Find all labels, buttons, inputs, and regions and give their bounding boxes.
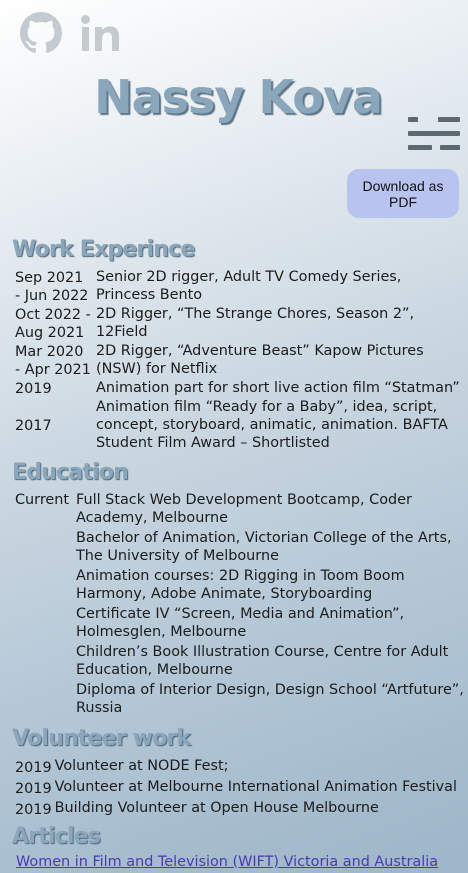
work-text: Senior 2D rigger, Adult TV Comedy Series… <box>96 269 402 303</box>
table-row: Certificate IV “Screen, Media and Animat… <box>12 605 464 643</box>
education-heading: Education <box>12 460 129 485</box>
work-text: 2D Rigger, “The Strange Chores, Season 2… <box>96 306 415 340</box>
table-row: 2019 Volunteer at NODE Fest; <box>12 757 457 778</box>
education-text: Bachelor of Animation, Victorian College… <box>76 530 452 564</box>
education-text: Diploma of Interior Design, Design Schoo… <box>76 682 464 716</box>
page-title: Nassy Kova <box>94 70 383 124</box>
education-text: Certificate IV “Screen, Media and Animat… <box>76 606 405 640</box>
linkedin-link[interactable] <box>80 13 124 53</box>
volunteer-text: Volunteer at NODE Fest; <box>54 758 229 774</box>
education-date <box>12 643 76 681</box>
table-row: Mar 2020 - Apr 2021 2D Rigger, “Adventur… <box>12 342 464 379</box>
volunteer-heading: Volunteer work <box>12 726 191 751</box>
education-date <box>12 567 76 605</box>
work-text: Animation film “Ready for a Baby”, idea,… <box>96 399 448 451</box>
article-link[interactable]: Women in Film and Television (WIFT) Vict… <box>16 854 438 870</box>
table-row: Oct 2022 - Aug 2021 2D Rigger, “The Stra… <box>12 305 464 342</box>
table-row: 2019 Volunteer at Melbourne Internationa… <box>12 778 457 799</box>
github-link[interactable] <box>20 12 62 54</box>
volunteer-text: Volunteer at Melbourne International Ani… <box>54 779 457 795</box>
work-date: 2019 <box>15 380 52 397</box>
volunteer-date: 2019 <box>15 780 52 797</box>
education-text: Full Stack Web Development Bootcamp, Cod… <box>76 492 412 526</box>
table-row: Diploma of Interior Design, Design Schoo… <box>12 681 464 719</box>
menu-icon[interactable] <box>408 117 460 159</box>
download-pdf-button[interactable]: Download as PDF <box>347 169 459 218</box>
resume-content: Work Experince Sep 2021 - Jun 2022 Senio… <box>12 236 464 870</box>
volunteer-table: 2019 Volunteer at NODE Fest; 2019 Volunt… <box>12 757 457 820</box>
work-text: Animation part for short live action fil… <box>96 380 460 396</box>
education-text: Animation courses: 2D Rigging in Toom Bo… <box>76 568 405 602</box>
education-text: Children’s Book Illustration Course, Cen… <box>76 644 449 678</box>
education-date: Current <box>15 492 70 508</box>
linkedin-icon <box>81 15 119 51</box>
work-date: Mar 2020 - Apr 2021 <box>15 343 91 378</box>
work-table: Sep 2021 - Jun 2022 Senior 2D rigger, Ad… <box>12 268 464 453</box>
education-date <box>12 529 76 567</box>
work-date: 2017 <box>15 417 52 434</box>
work-date: Sep 2021 - Jun 2022 <box>15 269 89 304</box>
education-date <box>12 605 76 643</box>
volunteer-date: 2019 <box>15 759 52 776</box>
work-heading: Work Experince <box>12 237 195 262</box>
education-date <box>12 681 76 719</box>
github-icon <box>20 12 62 53</box>
table-row: Current Full Stack Web Development Bootc… <box>12 491 464 529</box>
education-table: Current Full Stack Web Development Bootc… <box>12 491 464 719</box>
articles-heading: Articles <box>12 824 101 849</box>
table-row: Bachelor of Animation, Victorian College… <box>12 529 464 567</box>
work-text: 2D Rigger, “Adventure Beast” Kapow Pictu… <box>96 343 424 377</box>
table-row: 2019 Building Volunteer at Open House Me… <box>12 799 457 820</box>
table-row: 2019 Animation part for short live actio… <box>12 379 464 398</box>
table-row: Children’s Book Illustration Course, Cen… <box>12 643 464 681</box>
table-row: 2017 Animation film “Ready for a Baby”, … <box>12 398 464 453</box>
volunteer-text: Building Volunteer at Open House Melbour… <box>54 800 379 816</box>
volunteer-date: 2019 <box>15 801 52 818</box>
table-row: Sep 2021 - Jun 2022 Senior 2D rigger, Ad… <box>12 268 464 305</box>
social-links <box>20 12 124 54</box>
work-date: Oct 2022 - Aug 2021 <box>15 306 91 341</box>
table-row: Animation courses: 2D Rigging in Toom Bo… <box>12 567 464 605</box>
